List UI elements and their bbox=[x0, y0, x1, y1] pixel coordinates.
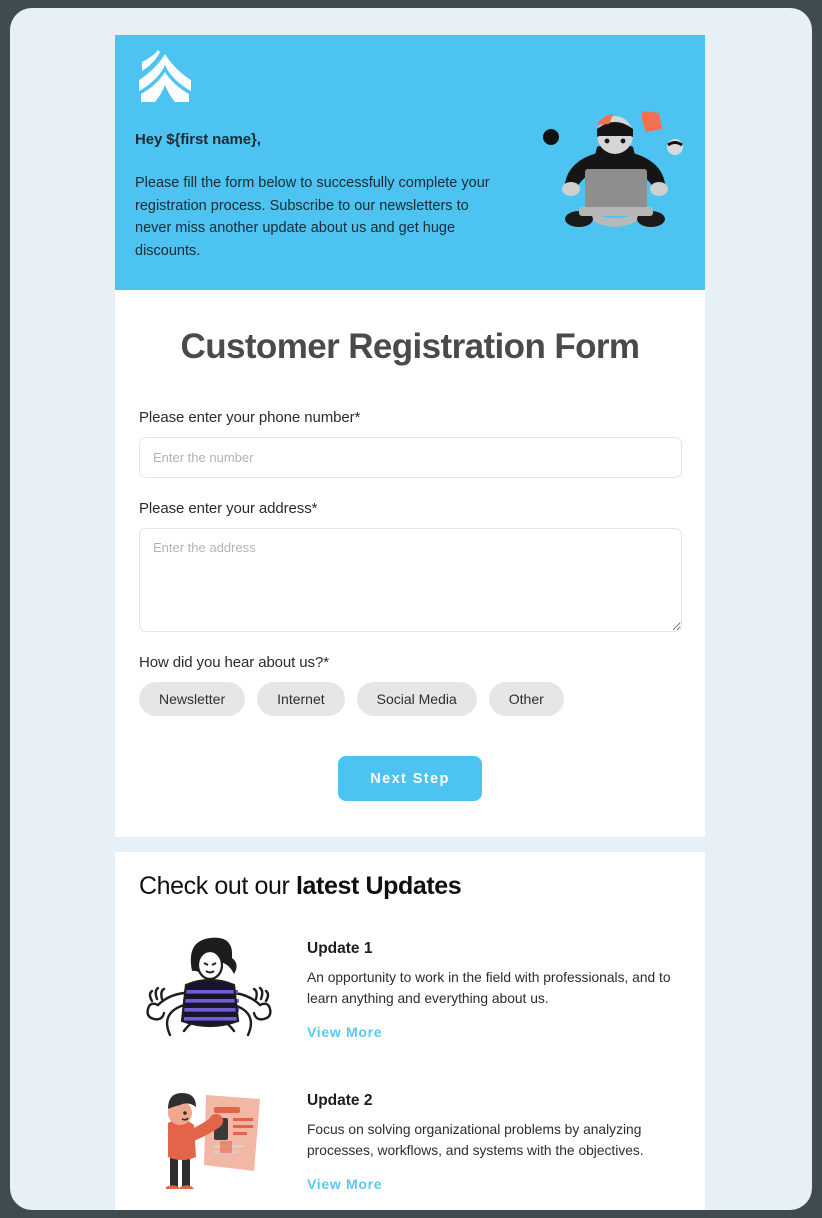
update-description: Focus on solving organizational problems… bbox=[307, 1122, 644, 1158]
registration-form-card: Customer Registration Form Please enter … bbox=[115, 290, 705, 837]
source-option-internet[interactable]: Internet bbox=[257, 682, 345, 716]
meditating-person-illustration bbox=[139, 935, 279, 1045]
updates-heading-emphasis: latest Updates bbox=[296, 872, 462, 900]
update-content: Update 1 An opportunity to work in the f… bbox=[279, 935, 677, 1042]
list-item: Update 1 An opportunity to work in the f… bbox=[139, 935, 681, 1045]
update-title: Update 2 bbox=[307, 1092, 373, 1109]
source-field-label: How did you hear about us?* bbox=[139, 654, 329, 671]
address-field-label: Please enter your address* bbox=[139, 500, 318, 517]
source-option-social-media[interactable]: Social Media bbox=[356, 682, 477, 716]
field-spacer bbox=[139, 632, 681, 654]
hero-banner: Hey ${first name}, Please fill the form … bbox=[115, 35, 705, 290]
form-actions: Next Step bbox=[139, 756, 681, 801]
updates-heading-prefix: Check out our bbox=[139, 872, 296, 900]
hero-greeting: Hey ${first name}, bbox=[135, 131, 261, 148]
hero-body-text: Please fill the form below to successful… bbox=[135, 175, 490, 259]
source-option-newsletter[interactable]: Newsletter bbox=[139, 682, 246, 716]
email-preview-shell: Hey ${first name}, Please fill the form … bbox=[10, 8, 812, 1210]
view-more-link[interactable]: View More bbox=[307, 1024, 382, 1040]
address-textarea[interactable] bbox=[139, 528, 682, 632]
update-content: Update 2 Focus on solving organizational… bbox=[279, 1087, 677, 1194]
source-option-other[interactable]: Other bbox=[488, 682, 564, 716]
source-options-group: Newsletter Internet Social Media Other bbox=[139, 682, 681, 716]
view-more-link[interactable]: View More bbox=[307, 1176, 382, 1192]
section-divider bbox=[115, 837, 705, 852]
update-description: An opportunity to work in the field with… bbox=[307, 970, 671, 1006]
person-with-poster-illustration bbox=[139, 1087, 279, 1197]
brand-logo-icon[interactable] bbox=[135, 50, 195, 102]
latest-updates-card: Check out our latest Updates Update 1 An… bbox=[115, 852, 705, 1210]
field-spacer bbox=[139, 478, 681, 500]
page-title: Customer Registration Form bbox=[180, 327, 641, 366]
person-with-laptop-vr-illustration bbox=[535, 107, 695, 242]
phone-input[interactable] bbox=[139, 437, 682, 478]
phone-field-label: Please enter your phone number* bbox=[139, 409, 361, 426]
update-title: Update 1 bbox=[307, 940, 373, 957]
email-body: Hey ${first name}, Please fill the form … bbox=[115, 35, 705, 1210]
next-step-button[interactable]: Next Step bbox=[338, 756, 482, 801]
updates-heading: Check out our latest Updates bbox=[139, 872, 681, 901]
list-item: Update 2 Focus on solving organizational… bbox=[139, 1087, 681, 1197]
